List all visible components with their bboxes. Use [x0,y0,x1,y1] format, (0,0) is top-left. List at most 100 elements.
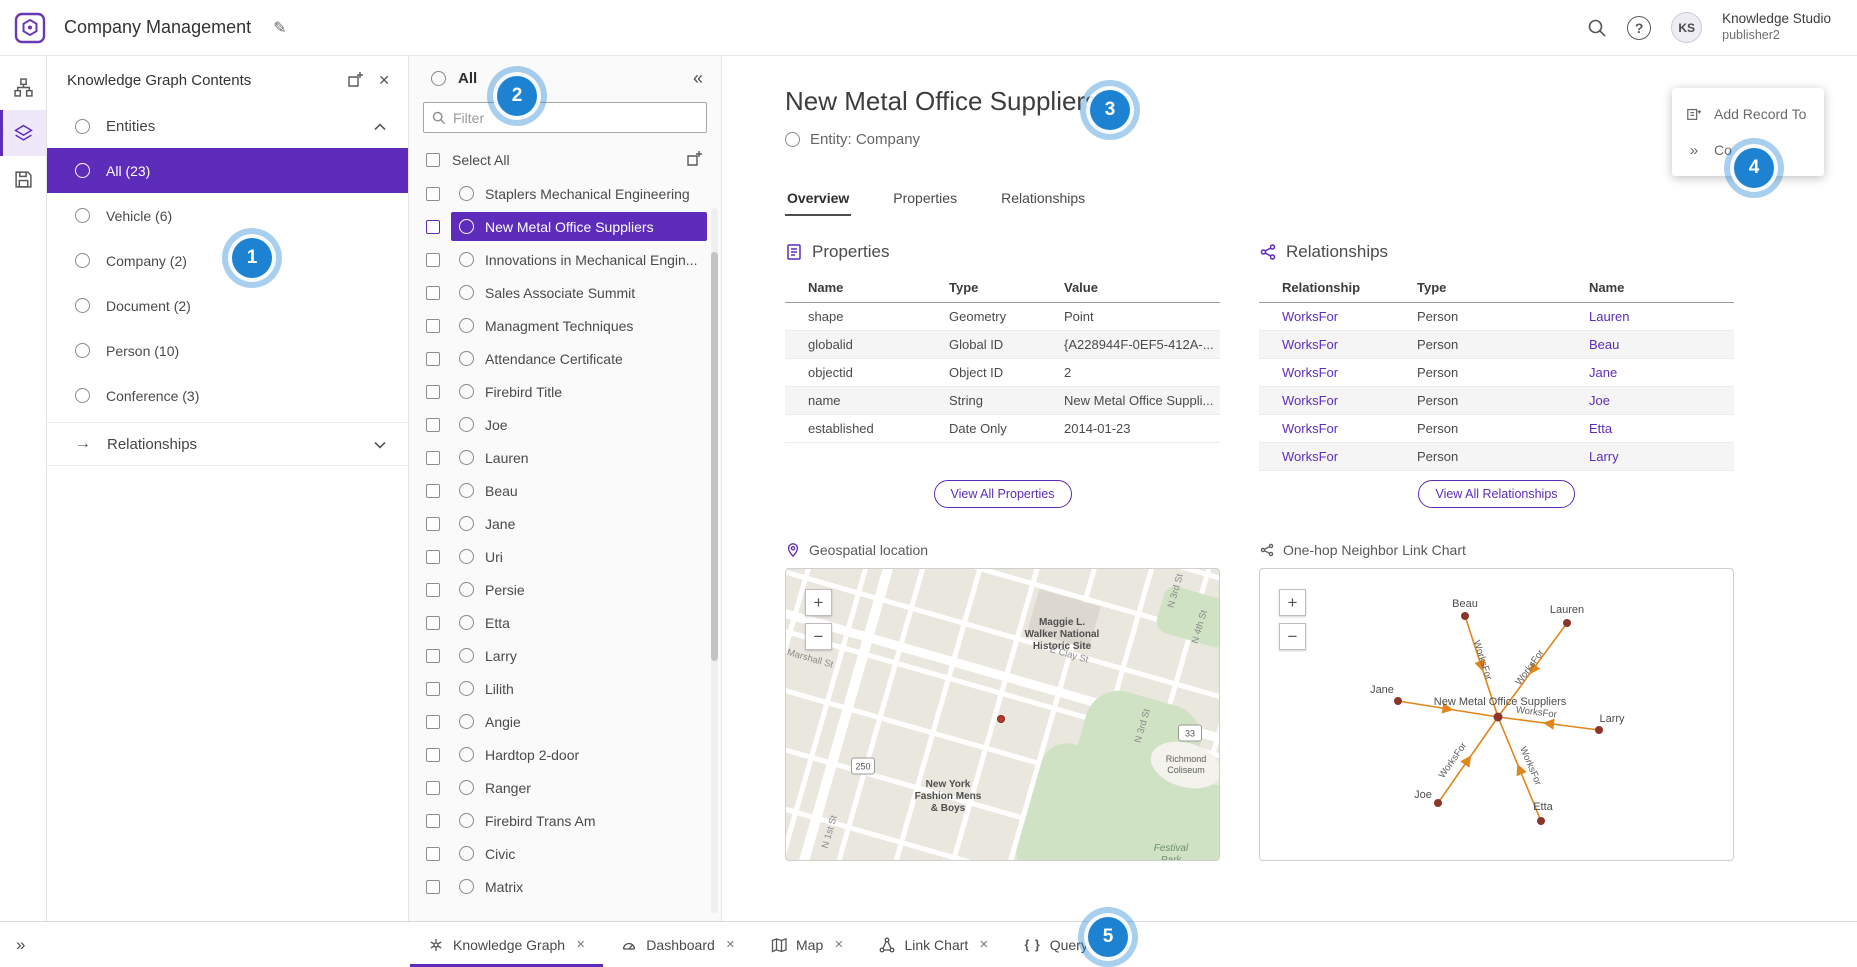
help-icon[interactable]: ? [1627,16,1651,40]
close-tab-icon[interactable]: ✕ [979,938,988,951]
table-row[interactable]: WorksForPersonLauren [1259,303,1734,331]
item-checkbox[interactable] [426,847,440,861]
entity-type-conference[interactable]: Conference (3) [47,373,408,418]
list-item[interactable]: Joe [409,408,707,441]
item-checkbox[interactable] [426,583,440,597]
item-checkbox[interactable] [426,187,440,201]
list-item[interactable]: Lilith [409,672,707,705]
list-item[interactable]: Beau [409,474,707,507]
item-checkbox[interactable] [426,616,440,630]
view-all-properties-button[interactable]: View All Properties [934,480,1072,508]
relationship-link[interactable]: WorksFor [1259,359,1413,387]
node-larry[interactable] [1595,726,1603,734]
item-checkbox[interactable] [426,253,440,267]
item-checkbox[interactable] [426,880,440,894]
list-item[interactable]: Persie [409,573,707,606]
app-logo-icon[interactable] [14,12,46,44]
zoom-in-button[interactable]: + [805,589,832,616]
list-item[interactable]: Sales Associate Summit [409,276,707,309]
item-checkbox[interactable] [426,352,440,366]
expand-panel-icon[interactable]: » [16,922,25,967]
list-item[interactable]: Larry [409,639,707,672]
select-all-checkbox[interactable] [426,153,440,167]
node-lauren[interactable] [1563,619,1571,627]
table-row[interactable]: WorksForPersonLarry [1259,443,1734,471]
list-item[interactable]: Jane [409,507,707,540]
table-row[interactable]: globalidGlobal ID{A228944F-0EF5-412A-... [785,331,1220,359]
list-item[interactable]: Firebird Trans Am [409,804,707,837]
map-canvas[interactable]: Maggie L. Walker National Historic Site … [785,568,1220,861]
close-tab-icon[interactable]: ✕ [576,938,585,951]
list-item[interactable]: Civic [409,837,707,870]
menu-item-add-record-to[interactable]: Add Record To [1672,96,1824,132]
list-item[interactable]: Angie [409,705,707,738]
search-button[interactable] [1587,18,1607,38]
node-center[interactable] [1494,713,1503,722]
relationship-link[interactable]: WorksFor [1259,331,1413,359]
table-row[interactable]: shapeGeometryPoint [785,303,1220,331]
list-item[interactable]: Ranger [409,771,707,804]
list-item[interactable]: Managment Techniques [409,309,707,342]
item-checkbox[interactable] [426,649,440,663]
chevron-down-icon[interactable] [374,436,386,453]
entity-link[interactable]: Joe [1585,387,1734,415]
tab-link-chart[interactable]: Link Chart ✕ [861,922,1006,967]
node-etta[interactable] [1537,817,1545,825]
item-checkbox[interactable] [426,418,440,432]
table-row[interactable]: WorksForPersonEtta [1259,415,1734,443]
collapse-panel-icon[interactable]: « [693,68,703,89]
list-item[interactable]: Matrix [409,870,707,903]
table-row[interactable]: WorksForPersonJoe [1259,387,1734,415]
entity-type-vehicle[interactable]: Vehicle (6) [47,193,408,238]
item-checkbox[interactable] [426,550,440,564]
avatar[interactable]: KS [1671,12,1702,43]
save-icon[interactable] [0,156,46,202]
entity-type-all[interactable]: All (23) [47,148,408,193]
list-item[interactable]: Staplers Mechanical Engineering [409,177,707,210]
close-panel-icon[interactable]: ✕ [378,72,390,89]
tab-knowledge-graph[interactable]: Knowledge Graph ✕ [410,922,603,967]
item-checkbox[interactable] [426,385,440,399]
table-row[interactable]: establishedDate Only2014-01-23 [785,415,1220,443]
list-item[interactable]: Hardtop 2-door [409,738,707,771]
entity-type-person[interactable]: Person (10) [47,328,408,373]
list-item-selected[interactable]: New Metal Office Suppliers [409,210,707,243]
table-row[interactable]: WorksForPersonBeau [1259,331,1734,359]
item-checkbox[interactable] [426,748,440,762]
zoom-out-button[interactable]: − [1279,623,1306,650]
filter-input[interactable] [453,110,698,126]
entity-link[interactable]: Jane [1585,359,1734,387]
scrollbar-thumb[interactable] [711,252,718,661]
item-checkbox[interactable] [426,715,440,729]
item-checkbox[interactable] [426,484,440,498]
add-selection-icon[interactable] [685,150,703,171]
edit-title-icon[interactable]: ✎ [273,18,286,38]
item-checkbox[interactable] [426,319,440,333]
table-row[interactable]: nameStringNew Metal Office Suppli... [785,387,1220,415]
item-checkbox[interactable] [426,814,440,828]
relationship-link[interactable]: WorksFor [1259,415,1413,443]
layers-icon[interactable] [0,110,46,156]
item-checkbox[interactable] [426,781,440,795]
entity-type-company[interactable]: Company (2) [47,238,408,283]
chevron-up-icon[interactable] [374,118,386,135]
select-all-row[interactable]: Select All [409,143,721,177]
item-checkbox[interactable] [426,682,440,696]
entity-link[interactable]: Larry [1585,443,1734,471]
tab-overview[interactable]: Overview [785,184,851,216]
item-checkbox[interactable] [426,517,440,531]
node-joe[interactable] [1434,799,1442,807]
view-all-relationships-button[interactable]: View All Relationships [1418,480,1574,508]
zoom-in-button[interactable]: + [1279,589,1306,616]
relationship-link[interactable]: WorksFor [1259,303,1413,331]
entity-link[interactable]: Beau [1585,331,1734,359]
tab-relationships[interactable]: Relationships [999,184,1087,216]
list-item[interactable]: Innovations in Mechanical Engin... [409,243,707,276]
item-checkbox[interactable] [426,451,440,465]
item-checkbox[interactable] [426,220,440,234]
table-row[interactable]: objectidObject ID2 [785,359,1220,387]
close-tab-icon[interactable]: ✕ [726,938,735,951]
relationship-link[interactable]: WorksFor [1259,443,1413,471]
list-item[interactable]: Lauren [409,441,707,474]
node-beau[interactable] [1461,612,1469,620]
